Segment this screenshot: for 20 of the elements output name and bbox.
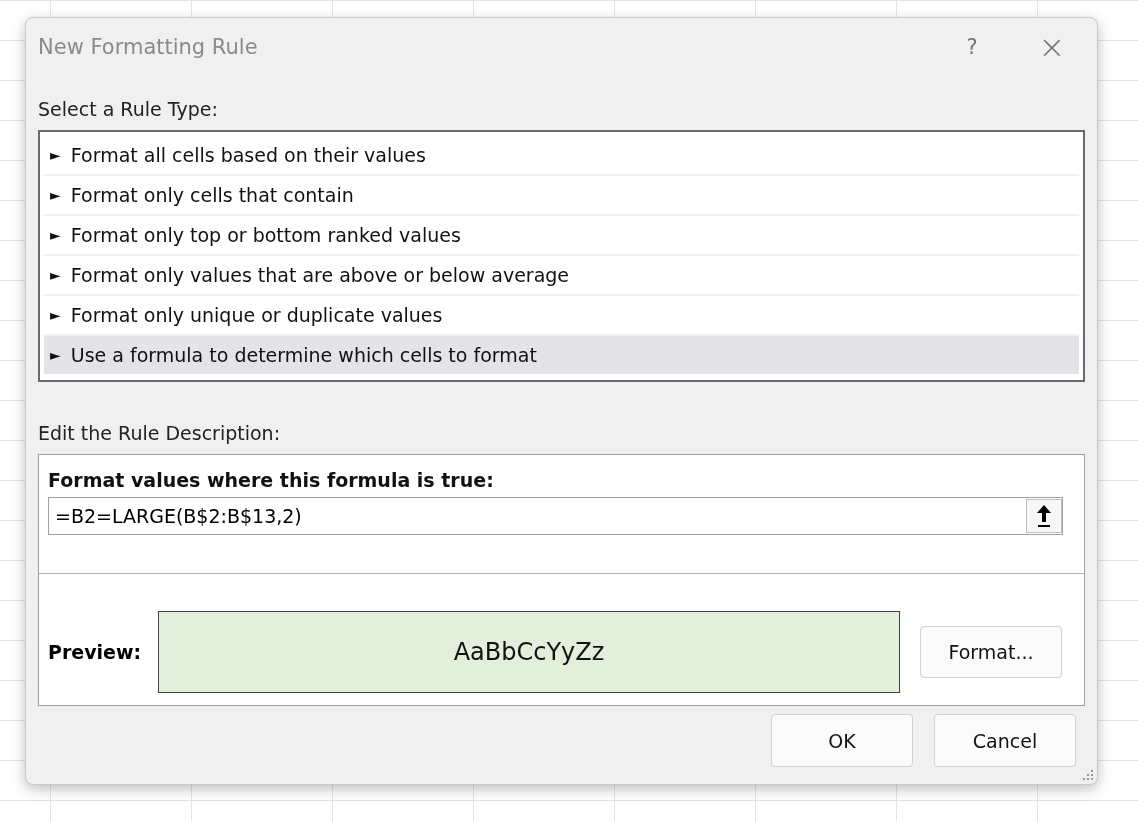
rule-type-item[interactable]: ► Format all cells based on their values — [44, 136, 1079, 176]
section-label: Select a Rule Type: — [38, 98, 218, 120]
preview-text: AaBbCcYyZz — [453, 638, 605, 666]
window-title: New Formatting Rule — [38, 35, 259, 59]
rule-type-item[interactable]: ► Format only cells that contain — [44, 176, 1079, 216]
preview-label: Preview: — [48, 641, 143, 663]
help-button[interactable]: ? — [947, 27, 997, 67]
rule-type-item[interactable]: ► Use a formula to determine which cells to format — [44, 336, 1079, 374]
up-arrow-icon — [1036, 504, 1052, 528]
dialog-button[interactable]: Cancel — [934, 714, 1076, 767]
format-button[interactable]: Format... — [920, 626, 1062, 678]
formula-field[interactable]: =B2=LARGE(B$2:B$13,2) — [48, 497, 1063, 535]
collapse-button[interactable] — [1026, 499, 1062, 533]
formula-label: Format values where this formula is true: — [48, 469, 494, 491]
resize-grip-icon[interactable] — [1081, 768, 1095, 782]
dialog-button[interactable]: OK — [771, 714, 913, 767]
close-button[interactable]: × — [1027, 27, 1077, 67]
section-label: Edit the Rule Description: — [38, 422, 281, 444]
rule-type-item[interactable]: ► Format only values that are above or below average — [44, 256, 1079, 296]
rule-type-item[interactable]: ► Format only top or bottom ranked values — [44, 216, 1079, 256]
